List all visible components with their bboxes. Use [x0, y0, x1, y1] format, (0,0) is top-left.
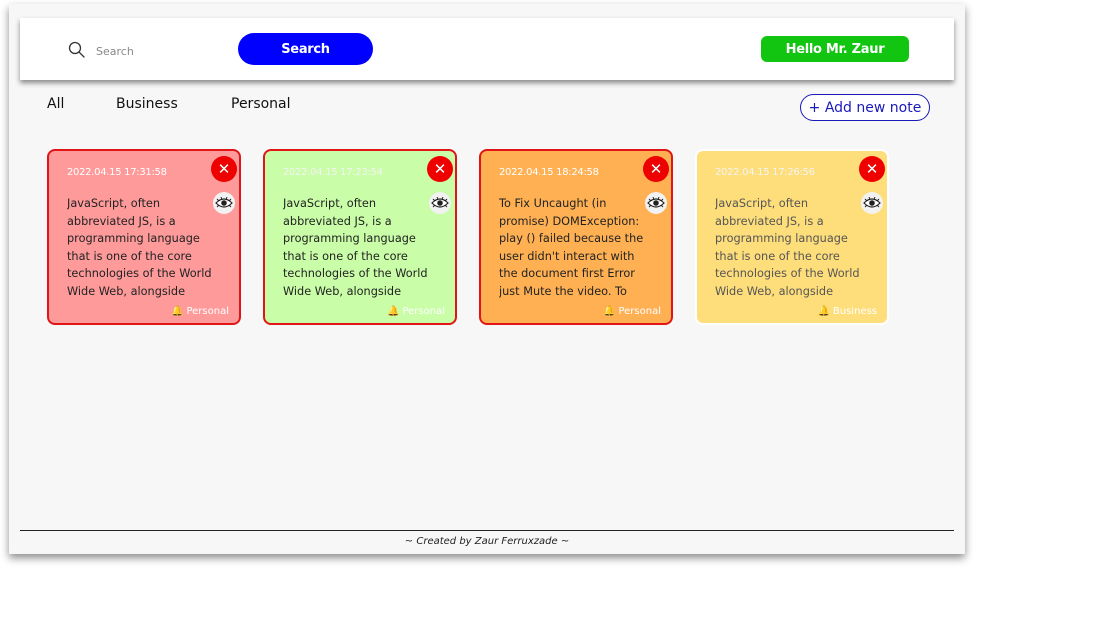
note-text: To Fix Uncaught (in promise) DOMExceptio… — [499, 197, 644, 298]
bell-icon: 🔔 — [387, 306, 400, 317]
note-card: 2022.04.15 17:26:56 ✕ JavaScript, often … — [695, 149, 889, 325]
close-icon[interactable]: ✕ — [427, 156, 453, 182]
user-greeting-button[interactable]: Hello Mr. Zaur — [761, 36, 909, 62]
note-date: 2022.04.15 18:24:58 — [499, 167, 599, 178]
footer-divider — [20, 530, 954, 531]
note-text: JavaScript, often abbreviated JS, is a p… — [67, 197, 212, 298]
note-text: JavaScript, often abbreviated JS, is a p… — [715, 197, 860, 298]
add-new-note-button[interactable]: + Add new note — [800, 94, 930, 121]
close-icon[interactable]: ✕ — [643, 156, 669, 182]
note-category: 🔔 Personal — [387, 306, 445, 317]
note-date: 2022.04.15 17:23:54 — [283, 167, 383, 178]
search-box — [68, 40, 228, 62]
close-icon[interactable]: ✕ — [859, 156, 885, 182]
note-date: 2022.04.15 17:26:56 — [715, 167, 815, 178]
filter-all[interactable]: All — [47, 96, 64, 112]
bell-icon: 🔔 — [817, 306, 830, 317]
note-category: 🔔 Business — [817, 306, 877, 317]
app-window: Search Hello Mr. Zaur All Business Perso… — [9, 4, 965, 554]
note-category: 🔔 Personal — [171, 306, 229, 317]
note-card: 2022.04.15 17:31:58 ✕ JavaScript, often … — [47, 149, 241, 325]
close-icon[interactable]: ✕ — [211, 156, 237, 182]
bell-icon: 🔔 — [171, 306, 184, 317]
footer-credit: ~ Created by Zaur Ferruxzade ~ — [404, 536, 570, 547]
bell-icon: 🔔 — [603, 306, 616, 317]
note-date: 2022.04.15 17:31:58 — [67, 167, 167, 178]
search-button[interactable]: Search — [238, 33, 373, 65]
header-bar: Search Hello Mr. Zaur — [20, 18, 954, 80]
filter-business[interactable]: Business — [116, 96, 178, 112]
note-card: 2022.04.15 17:23:54 ✕ JavaScript, often … — [263, 149, 457, 325]
note-category: 🔔 Personal — [603, 306, 661, 317]
search-input[interactable] — [94, 40, 228, 62]
note-card: 2022.04.15 18:24:58 ✕ To Fix Uncaught (i… — [479, 149, 673, 325]
search-icon — [68, 41, 85, 58]
note-text: JavaScript, often abbreviated JS, is a p… — [283, 197, 428, 298]
filter-personal[interactable]: Personal — [231, 96, 291, 112]
